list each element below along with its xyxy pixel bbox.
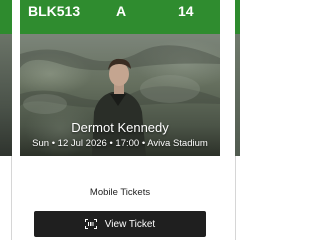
previous-ticket-header [0, 0, 12, 34]
previous-ticket-image [0, 34, 12, 156]
section-value: BLK513 [28, 3, 81, 19]
view-ticket-button[interactable]: View Ticket [34, 211, 206, 237]
seat-info-bar: BLK513 A 14 [20, 0, 220, 34]
previous-ticket-border [11, 156, 12, 240]
next-ticket-card-peek[interactable] [235, 0, 240, 240]
next-ticket-border [235, 156, 236, 240]
event-image: Dermot Kennedy Sun • 12 Jul 2026 • 17:00… [20, 34, 220, 156]
next-ticket-image [235, 34, 240, 156]
ticket-card: BLK513 A 14 Dermot Kennedy Sun • 12 Jul … [20, 0, 220, 240]
event-date-venue: Sun • 12 Jul 2026 • 17:00 • Aviva Stadiu… [32, 138, 208, 149]
ticket-delivery-type: Mobile Tickets [89, 187, 151, 198]
previous-ticket-card-peek[interactable] [0, 0, 12, 240]
row-value: A [116, 3, 127, 19]
next-ticket-header [235, 0, 240, 34]
view-ticket-label: View Ticket [104, 218, 156, 230]
seat-value: 14 [178, 3, 194, 19]
barcode-scan-icon [84, 219, 97, 229]
artist-name: Dermot Kennedy [71, 120, 169, 135]
